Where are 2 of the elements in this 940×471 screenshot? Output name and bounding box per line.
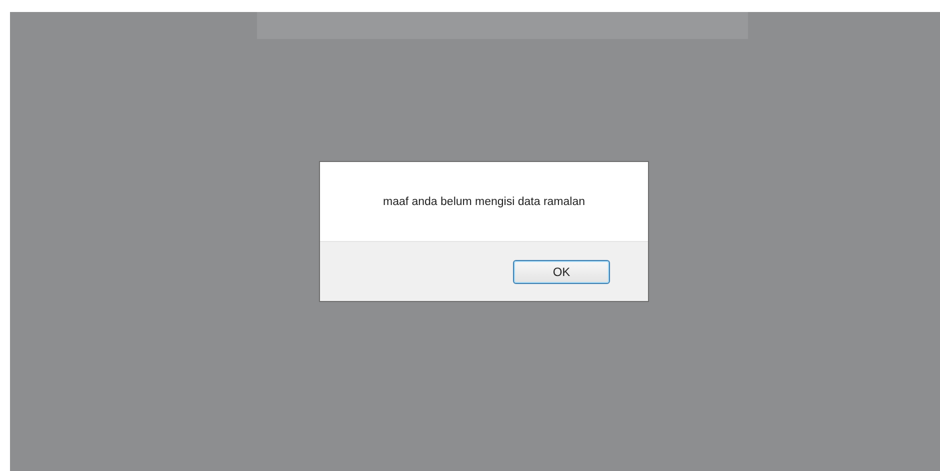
dialog-message: maaf anda belum mengisi data ramalan <box>382 196 585 208</box>
ok-button[interactable]: OK <box>513 260 610 284</box>
